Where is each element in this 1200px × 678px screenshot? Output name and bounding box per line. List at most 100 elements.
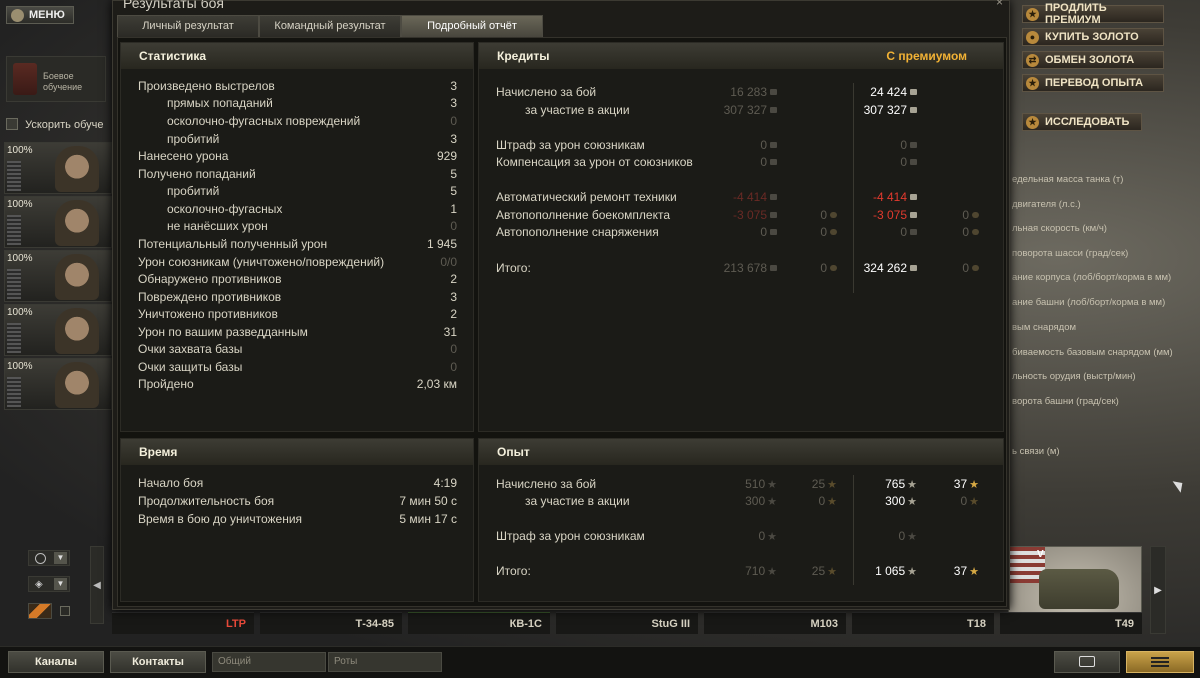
stat-row: пробитий 3 <box>121 132 475 148</box>
xp-number: 300 <box>885 494 906 508</box>
menu-icon <box>11 9 24 22</box>
stat-value: 0 <box>450 360 457 374</box>
gold-value: 0 <box>820 225 837 239</box>
extend-premium-button[interactable]: ★ ПРОДЛИТЬ ПРЕМИУМ <box>1022 2 1164 26</box>
xp-number: 0 <box>758 529 766 543</box>
stat-row: прямых попаданий 3 <box>121 96 475 112</box>
crew-member-2[interactable]: 100% <box>4 196 112 248</box>
premium-xp-value: 300 ★ <box>885 494 917 508</box>
xp-star-icon: ★ <box>907 496 917 508</box>
stat-value: 0 <box>450 114 457 128</box>
xp-value: 0 ★ <box>758 529 777 543</box>
chat-button[interactable] <box>1054 651 1120 673</box>
exchange-gold-button[interactable]: ⇄ ОБМЕН ЗОЛОТА <box>1022 51 1164 69</box>
credits-label: Компенсация за урон от союзников <box>496 155 693 169</box>
stat-value: 31 <box>443 325 457 339</box>
server-filter[interactable]: ▼ <box>28 550 70 566</box>
credits-row: Автоматический ремонт техники -4 414 -4 41… <box>479 190 1005 206</box>
xp-row: Начислено за бой 510 ★ 25 ★ 765 ★ 37 ★ <box>479 477 1005 493</box>
stat-row: Урон союзникам (уничтожено/повреждений) 0… <box>121 255 475 271</box>
battle-type-filter[interactable]: ◈ ▼ <box>28 576 70 592</box>
time-row: Время в бою до уничтожения 5 мин 17 с <box>121 512 475 528</box>
credits-value: -4 414 <box>733 190 777 204</box>
channels-button[interactable]: Каналы <box>8 651 104 673</box>
crew-qual-icon <box>7 161 21 191</box>
tab-detailed[interactable]: Подробный отчёт <box>401 15 543 37</box>
crew-portrait-icon <box>55 146 99 192</box>
vehicle-slot-t49[interactable]: T49 <box>1000 612 1142 634</box>
crew-qual-icon <box>7 377 21 407</box>
contacts-button[interactable]: Контакты <box>110 651 206 673</box>
menu-button[interactable]: МЕНЮ <box>6 6 74 24</box>
training-label-line1: Боевое <box>43 71 74 81</box>
menu-label: МЕНЮ <box>29 9 65 21</box>
credits-value: -3 075 <box>733 208 777 222</box>
gold-number: 0 <box>820 208 827 222</box>
dialog-title: Результаты боя <box>123 0 225 11</box>
extend-premium-label: ПРОДЛИТЬ ПРЕМИУМ <box>1045 2 1107 26</box>
vehicle-slot-m103[interactable]: M103 <box>704 612 846 634</box>
crew-portrait-icon <box>55 308 99 354</box>
premium-free-xp-value: 0 ★ <box>960 494 979 508</box>
camo-icon[interactable] <box>28 603 52 619</box>
credit-coin-icon <box>910 194 917 200</box>
rota-channel-tab[interactable]: Роты <box>328 652 442 672</box>
notifications-button[interactable] <box>1126 651 1194 673</box>
camo-checkbox[interactable] <box>60 606 70 616</box>
carousel-left-arrow[interactable]: ◀ <box>90 546 104 624</box>
vehicle-slot-ltp[interactable]: LTP <box>112 612 254 634</box>
vehicle-slot-stug[interactable]: StuG III <box>556 612 698 634</box>
credit-coin-icon <box>910 89 917 95</box>
convert-xp-button[interactable]: ★ ПЕРЕВОД ОПЫТА <box>1022 74 1164 92</box>
free-xp-star-icon: ★ <box>827 496 837 508</box>
tab-personal[interactable]: Личный результат <box>117 15 259 37</box>
stat-value: 3 <box>450 79 457 93</box>
xp-star-icon: ★ <box>767 479 777 491</box>
premium-credits-value: 0 <box>900 225 917 239</box>
stat-row: Урон по вашим разведданным 31 <box>121 325 475 341</box>
free-xp-star-icon: ★ <box>827 479 837 491</box>
stat-row: Повреждено противников 3 <box>121 290 475 306</box>
stat-label: Пройдено <box>138 377 194 391</box>
credits-number: 307 327 <box>863 103 907 117</box>
free-xp-star-icon: ★ <box>969 566 979 578</box>
close-icon[interactable]: × <box>996 0 1003 9</box>
training-panel[interactable]: Боевое обучение <box>6 56 106 102</box>
credits-title: Кредиты <box>497 49 550 63</box>
vehicle-slot-t18[interactable]: T18 <box>852 612 994 634</box>
credits-number: -3 075 <box>732 208 767 222</box>
accelerate-training[interactable]: Ускорить обуче <box>6 118 112 134</box>
crew-skill: 100% <box>7 361 33 372</box>
carousel-right-arrow[interactable]: ▶ <box>1150 546 1166 634</box>
crew-member-3[interactable]: 100% <box>4 250 112 302</box>
crew-member-5[interactable]: 100% <box>4 358 112 410</box>
stat-label: осколочно-фугасных <box>167 202 283 216</box>
spec-row: едельная масса танка (т) <box>1012 174 1124 185</box>
vehicle-name: StuG III <box>651 618 691 630</box>
crew-skill: 100% <box>7 145 33 156</box>
experience-header: Опыт <box>479 439 1003 465</box>
xp-value: 300 ★ <box>745 494 777 508</box>
tab-team[interactable]: Командный результат <box>259 15 401 37</box>
research-button[interactable]: ★ ИССЛЕДОВАТЬ <box>1022 113 1142 131</box>
credits-row: за участие в акции 307 327 307 327 <box>479 103 1005 119</box>
exchange-gold-label: ОБМЕН ЗОЛОТА <box>1045 54 1135 66</box>
crew-portrait-icon <box>55 200 99 246</box>
stat-value: 5 <box>450 184 457 198</box>
experience-panel: Опыт Начислено за бой 510 ★ 25 ★ 765 ★ 37 ★ за уч… <box>478 438 1004 602</box>
checkbox-icon[interactable] <box>6 118 18 130</box>
credits-row: Начислено за бой 16 283 24 424 <box>479 85 1005 101</box>
xp-star-icon: ★ <box>1026 77 1039 90</box>
general-channel-tab[interactable]: Общий <box>212 652 326 672</box>
credits-label: Итого: <box>496 261 531 275</box>
credits-row: Автопополнение боекомплекта -3 075 0 -3 075… <box>479 208 1005 224</box>
buy-gold-button[interactable]: ● КУПИТЬ ЗОЛОТО <box>1022 28 1164 46</box>
stat-row: не нанёсших урон 0 <box>121 219 475 235</box>
bottom-bar: Каналы Контакты Общий Роты <box>0 646 1200 678</box>
crew-member-4[interactable]: 100% <box>4 304 112 356</box>
crew-member-1[interactable]: 100% <box>4 142 112 194</box>
vehicle-slot-t34-85[interactable]: Т-34-85 <box>260 612 402 634</box>
xp-value: 710 ★ <box>745 564 777 578</box>
vehicle-slot-kv-1s[interactable]: КВ-1С <box>408 612 550 634</box>
vehicle-name: T18 <box>967 618 986 630</box>
